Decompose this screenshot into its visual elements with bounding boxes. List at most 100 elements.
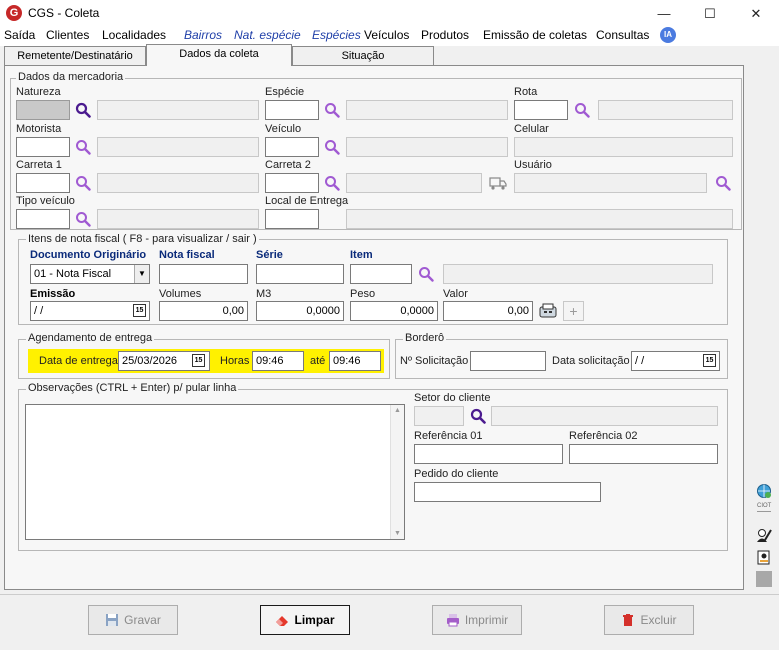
solicitacao-input[interactable] [470,351,546,371]
pedido-cliente-input[interactable] [414,482,601,502]
search-icon[interactable] [75,211,91,227]
referencia02-input[interactable] [569,444,718,464]
add-item-button[interactable]: + [563,301,584,321]
imprimir-button[interactable]: Imprimir [432,605,522,635]
search-icon[interactable] [715,175,731,191]
natureza-code-input[interactable] [16,100,70,120]
menu-bairros[interactable]: Bairros [184,28,222,42]
menu-localidades[interactable]: Localidades [102,28,166,42]
gravar-button[interactable]: Gravar [88,605,178,635]
carreta2-code-input[interactable] [265,173,319,193]
scrollbar[interactable]: ▲ ▼ [390,405,404,539]
label-ate: até [310,355,326,367]
label-referencia02: Referência 02 [569,430,638,442]
scroll-up-icon[interactable]: ▲ [394,407,401,414]
tab-situacao[interactable]: Situação [292,46,434,65]
document-user-icon[interactable] [756,549,772,565]
search-icon[interactable] [574,102,590,118]
search-icon[interactable] [75,139,91,155]
calendar-icon[interactable]: 15 [703,354,716,367]
veiculo-code-input[interactable] [265,137,319,157]
data-entrega-value: 25/03/2026 [122,355,178,367]
m3-input[interactable]: 0,0000 [256,301,344,321]
nota-fiscal-input[interactable] [159,264,248,284]
observacoes-textarea[interactable]: ▲ ▼ [25,404,405,540]
label-tipo-veiculo: Tipo veículo [16,195,75,207]
menu-produtos[interactable]: Produtos [421,28,469,42]
maximize-button[interactable]: ☐ [687,0,733,27]
label-natureza: Natureza [16,86,61,98]
label-emissao: Emissão [30,288,76,300]
disabled-tool-button[interactable] [756,571,772,587]
truck-icon[interactable] [489,175,507,191]
menu-especies[interactable]: Espécies [312,28,361,42]
app-logo-icon: G [6,5,22,21]
menu-saida[interactable]: Saída [4,28,35,42]
ate-input[interactable]: 09:46 [329,351,381,371]
label-local-entrega: Local de Entrega [265,195,349,207]
local-entrega-description [346,209,733,229]
horas-input[interactable]: 09:46 [252,351,304,371]
calendar-icon[interactable]: 15 [192,354,205,367]
group-legend: Itens de nota fiscal ( F8 - para visuali… [26,233,259,245]
item-description [443,264,713,284]
peso-input[interactable]: 0,0000 [350,301,438,321]
setor-code-input [414,406,464,426]
search-icon[interactable] [470,408,486,424]
tipo-veiculo-code-input[interactable] [16,209,70,229]
setor-description [491,406,718,426]
label-usuario: Usuário [514,159,552,171]
search-icon[interactable] [324,175,340,191]
local-entrega-code-input[interactable] [265,209,319,229]
ia-assistant-icon[interactable]: IA [660,27,676,43]
search-icon[interactable] [75,102,91,118]
especie-code-input[interactable] [265,100,319,120]
item-code-input[interactable] [350,264,412,284]
tab-remetente-destinatario[interactable]: Remetente/Destinatário [4,46,146,65]
calendar-icon[interactable]: 15 [133,304,146,317]
scroll-down-icon[interactable]: ▼ [394,530,401,537]
tab-dados-coleta[interactable]: Dados da coleta [146,44,292,66]
limpar-button[interactable]: Limpar [260,605,350,635]
motorista-code-input[interactable] [16,137,70,157]
tipo-veiculo-description [97,209,259,229]
serie-input[interactable] [256,264,344,284]
trash-icon [623,614,634,626]
minimize-button[interactable]: — [641,0,687,27]
limpar-label: Limpar [294,613,335,627]
globe-icon[interactable] [756,483,772,499]
carreta1-code-input[interactable] [16,173,70,193]
emissao-date-input[interactable]: / / [30,301,150,321]
search-icon[interactable] [324,102,340,118]
label-item: Item [350,249,373,261]
documento-originario-select[interactable]: 01 - Nota Fiscal ▼ [30,264,150,284]
menu-nat-especie[interactable]: Nat. espécie [234,28,301,42]
valor-input[interactable]: 0,00 [443,301,533,321]
referencia01-input[interactable] [414,444,563,464]
close-button[interactable]: ✕ [733,0,779,27]
rota-code-input[interactable] [514,100,568,120]
especie-description [346,100,508,120]
search-icon[interactable] [324,139,340,155]
menu-emissao-coletas[interactable]: Emissão de coletas [483,28,587,42]
label-motorista: Motorista [16,123,62,135]
selected-value: 01 - Nota Fiscal [34,268,112,280]
search-icon[interactable] [75,175,91,191]
label-horas: Horas [220,355,250,367]
menu-consultas[interactable]: Consultas [596,28,649,42]
label-documento-originario: Documento Originário [30,249,147,261]
excluir-button[interactable]: Excluir [604,605,694,635]
volumes-input[interactable]: 0,00 [159,301,248,321]
label-serie: Série [256,249,283,261]
search-icon[interactable] [418,266,434,282]
calculator-icon[interactable] [538,302,558,320]
menu-veiculos[interactable]: Veículos [364,28,409,42]
label-volumes: Volumes [159,288,202,300]
label-referencia01: Referência 01 [414,430,483,442]
chevron-down-icon[interactable]: ▼ [134,265,149,283]
label-veiculo: Veículo [265,123,302,135]
menu-clientes[interactable]: Clientes [46,28,89,42]
label-setor-cliente: Setor do cliente [414,392,491,404]
divider [757,511,771,512]
edit-user-icon[interactable] [756,527,772,543]
